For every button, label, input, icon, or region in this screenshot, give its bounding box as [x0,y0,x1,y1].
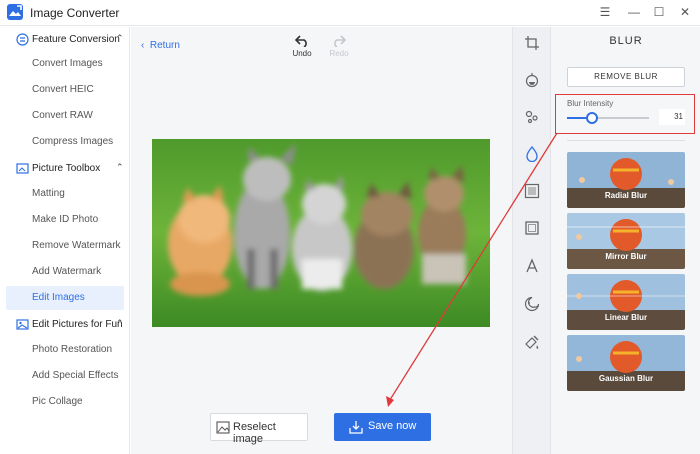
save-label: Save now [368,420,417,432]
sidebar-item-compress-images[interactable]: Compress Images [6,130,124,154]
sidebar-item-photo-restoration[interactable]: Photo Restoration [6,338,124,362]
edit-fun-icon [16,319,29,330]
kittens-photo-icon [152,139,490,327]
undo-button[interactable]: Undo [286,35,318,58]
effect-label: Mirror Blur [605,252,647,261]
blur-icon[interactable] [524,146,540,162]
remove-blur-button[interactable]: REMOVE BLUR [567,67,685,87]
download-icon [349,421,363,434]
sidebar-item-add-special-effects[interactable]: Add Special Effects [6,364,124,388]
effect-radial-blur[interactable]: Radial Blur [567,152,685,208]
effect-gaussian-blur[interactable]: Gaussian Blur [567,335,685,391]
undo-label: Undo [292,49,312,58]
image-converter-logo-icon [7,4,23,20]
editor-area: ‹ Return Undo Redo Reselect image Save n… [131,27,512,454]
reselect-label: Reselect image [233,421,276,445]
menu-icon[interactable]: ☰ [597,4,613,20]
title-bar: Image Converter ☰ — ☐ ✕ [0,0,700,26]
section-edit-pictures-for-fun[interactable]: Edit Pictures for Fun ⌃ [0,314,130,336]
blur-panel: BLUR REMOVE BLUR Blur Intensity 31 Radia… [550,27,700,454]
section-feature-conversion[interactable]: Feature Conversion ⌃ [0,29,130,51]
section-picture-toolbox[interactable]: Picture Toolbox ⌃ [0,158,130,180]
picture-toolbox-icon [16,163,29,174]
sidebar: Feature Conversion ⌃ Convert Images Conv… [0,27,130,454]
section-label: Feature Conversion [32,34,120,45]
section-label: Edit Pictures for Fun [32,319,123,330]
sidebar-item-remove-watermark[interactable]: Remove Watermark [6,234,124,258]
divider [567,140,685,141]
paint-icon[interactable] [524,334,540,350]
sidebar-item-matting[interactable]: Matting [6,182,124,206]
minimize-icon[interactable]: — [626,4,642,20]
frame-icon[interactable] [524,220,540,236]
effect-label: Gaussian Blur [598,374,654,383]
adjust-icon[interactable] [524,72,540,88]
effect-mirror-blur[interactable]: Mirror Blur [567,213,685,269]
edited-photo [152,139,490,327]
effects-icon[interactable] [524,109,540,125]
redo-button[interactable]: Redo [323,35,355,58]
reselect-image-button[interactable]: Reselect image [210,413,308,445]
chevron-up-icon: ⌃ [116,33,124,43]
sidebar-item-make-id-photo[interactable]: Make ID Photo [6,208,124,232]
chevron-up-icon: ⌃ [116,318,124,328]
text-icon[interactable] [524,258,540,274]
feature-conversion-icon [16,33,29,46]
panel-title: BLUR [609,35,643,47]
app-title: Image Converter [30,6,120,20]
section-label: Picture Toolbox [32,163,101,174]
close-icon[interactable]: ✕ [677,4,693,20]
return-link[interactable]: ‹ Return [141,40,180,51]
sidebar-item-convert-heic[interactable]: Convert HEIC [6,78,124,102]
sidebar-item-edit-images[interactable]: Edit Images [6,286,124,310]
tool-rail [512,27,550,454]
sticker-icon[interactable] [524,296,540,312]
filter-icon[interactable] [524,183,540,199]
maximize-icon[interactable]: ☐ [651,4,667,20]
save-now-button[interactable]: Save now [334,413,431,441]
sidebar-item-add-watermark[interactable]: Add Watermark [6,260,124,284]
undo-icon [295,35,307,47]
image-icon [216,421,230,434]
chevron-up-icon: ⌃ [116,162,124,172]
annotation-highlight-box [555,94,695,134]
effect-linear-blur[interactable]: Linear Blur [567,274,685,330]
effect-label: Linear Blur [604,313,648,322]
sidebar-item-convert-raw[interactable]: Convert RAW [6,104,124,128]
sidebar-item-convert-images[interactable]: Convert Images [6,52,124,76]
redo-icon [334,35,346,47]
sidebar-item-pic-collage[interactable]: Pic Collage [6,390,124,414]
crop-icon[interactable] [524,35,540,51]
redo-label: Redo [329,49,349,58]
effect-label: Radial Blur [604,191,648,200]
